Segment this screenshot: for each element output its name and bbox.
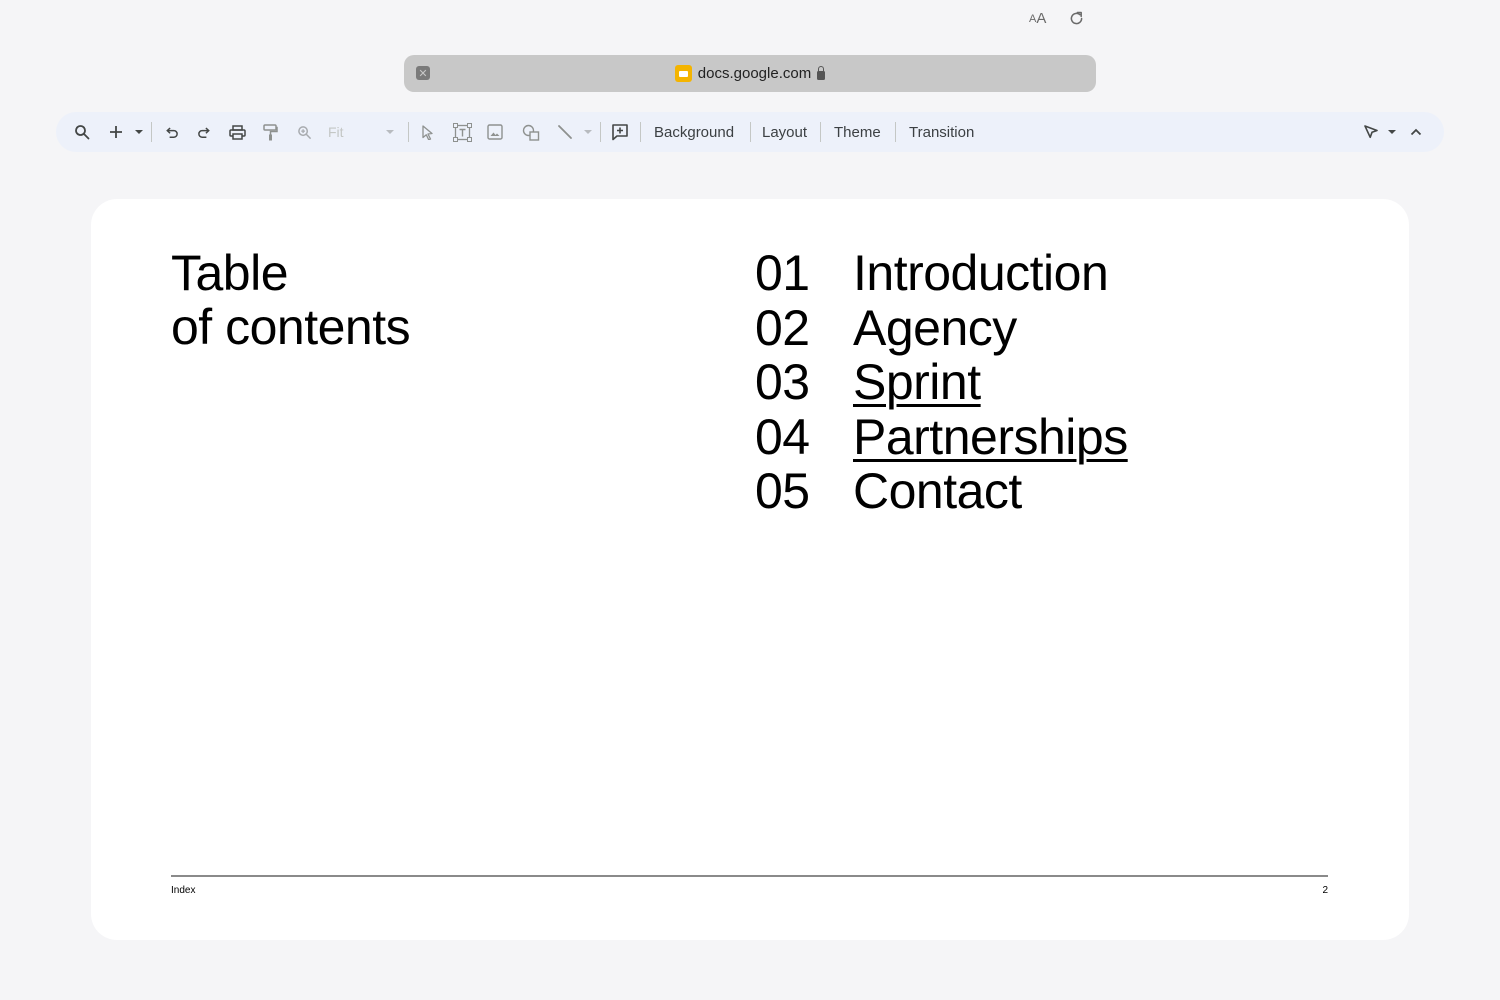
toc-item-number: 03 (755, 354, 810, 410)
footer-divider (171, 875, 1328, 877)
print-icon[interactable] (226, 112, 248, 152)
toolbar-separator (895, 122, 896, 142)
theme-button[interactable]: Theme (834, 112, 881, 152)
footer-page-number: 2 (1322, 885, 1328, 896)
transition-button[interactable]: Transition (909, 112, 974, 152)
text-box-icon[interactable] (450, 112, 474, 152)
add-comment-icon[interactable] (608, 112, 632, 152)
reload-icon[interactable] (1068, 10, 1085, 27)
text-size-large-label: A (1036, 10, 1047, 27)
table-of-contents-list: 01 Introduction 02 Agency 03 Sprint 04 P… (755, 246, 1128, 519)
slides-toolbar: Fit Background Layout Theme Transition (56, 112, 1444, 152)
new-slide-dropdown-icon[interactable] (133, 112, 145, 152)
zoom-icon[interactable] (293, 112, 315, 152)
select-mode-icon[interactable] (1360, 112, 1382, 152)
toc-item: 01 Introduction (755, 246, 1128, 301)
select-cursor-icon[interactable] (417, 112, 439, 152)
toolbar-separator (151, 122, 152, 142)
slide-title-line: of contents (171, 299, 411, 355)
url-display[interactable]: docs.google.com (404, 55, 1096, 92)
line-dropdown-icon[interactable] (582, 112, 594, 152)
slide-title-line: Table (171, 245, 289, 301)
toc-item-label: Introduction (853, 245, 1109, 301)
toolbar-separator (820, 122, 821, 142)
toc-item-label: Contact (853, 463, 1022, 519)
toc-item: 03 Sprint (755, 355, 1128, 410)
collapse-toolbar-icon[interactable] (1406, 112, 1426, 152)
text-size-button[interactable]: AA (1029, 0, 1046, 37)
toolbar-separator (600, 122, 601, 142)
search-menus-icon[interactable] (70, 112, 94, 152)
select-mode-dropdown-icon[interactable] (1386, 112, 1398, 152)
zoom-dropdown-icon[interactable] (384, 112, 396, 152)
address-bar[interactable]: ✕ docs.google.com (404, 55, 1096, 92)
insert-image-icon[interactable] (484, 112, 506, 152)
toolbar-separator (408, 122, 409, 142)
undo-icon[interactable] (160, 112, 182, 152)
paint-format-icon[interactable] (259, 112, 281, 152)
toolbar-separator (750, 122, 751, 142)
toc-item-link[interactable]: Partnerships (853, 409, 1128, 465)
slide-canvas[interactable]: Table of contents 01 Introduction 02 Age… (91, 199, 1409, 940)
toc-item-link[interactable]: Sprint (853, 355, 981, 410)
toc-item-number: 05 (755, 463, 810, 519)
toc-item: 05 Contact (755, 464, 1128, 519)
layout-button[interactable]: Layout (762, 112, 807, 152)
slide-title: Table of contents (171, 245, 411, 355)
url-text: docs.google.com (697, 65, 812, 82)
line-icon[interactable] (554, 112, 576, 152)
toc-item-number: 01 (755, 245, 810, 301)
background-button[interactable]: Background (654, 112, 734, 152)
lock-icon (817, 65, 826, 80)
new-slide-icon[interactable] (106, 112, 126, 152)
toc-item: 02 Agency (755, 299, 1128, 356)
toolbar-separator (640, 122, 641, 142)
footer-section-label: Index (171, 885, 196, 896)
redo-icon[interactable] (193, 112, 215, 152)
zoom-select[interactable]: Fit (328, 112, 344, 152)
toc-item-number: 02 (755, 299, 810, 356)
toc-item-number: 04 (755, 408, 810, 465)
toc-item: 04 Partnerships (755, 408, 1128, 465)
google-slides-icon (674, 65, 692, 82)
toc-item-label: Agency (853, 299, 1017, 356)
shape-icon[interactable] (519, 112, 543, 152)
text-size-small-label: A (1029, 12, 1037, 25)
